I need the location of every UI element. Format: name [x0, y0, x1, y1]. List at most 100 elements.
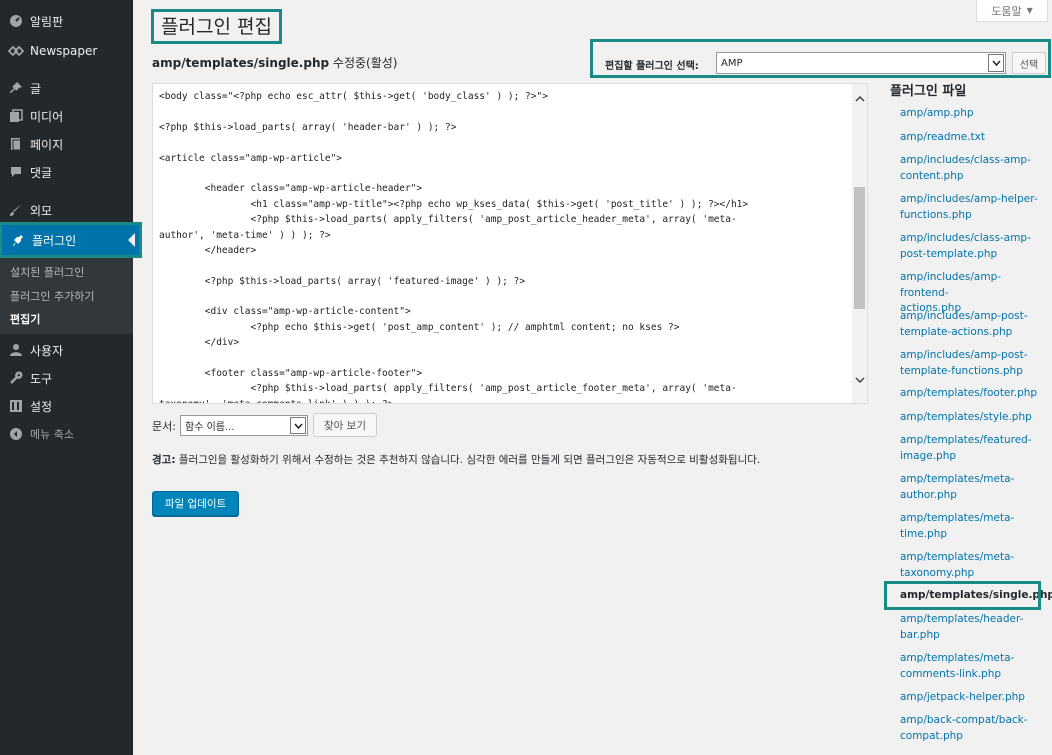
plugin-icon [10, 232, 26, 248]
plugin-file-link-text: amp/includes/amp-post- [900, 310, 1028, 322]
collapse-icon [8, 426, 24, 442]
menu-posts[interactable]: 글 [0, 75, 133, 101]
documentation-select[interactable]: 함수 이름... [180, 415, 308, 436]
documentation-label: 문서: [152, 420, 176, 433]
menu-appearance[interactable]: 외모 [0, 197, 133, 223]
plugin-file-link-text: amp/templates/meta- [900, 652, 1015, 664]
submenu-add-plugin[interactable]: 플러그인 추가하기 [10, 288, 94, 304]
plugin-file-link-text: image.php [900, 449, 957, 462]
submenu-editor[interactable]: 편집기 [10, 311, 40, 327]
menu-plugins[interactable]: 플러그인 [0, 222, 142, 258]
chevron-up-icon[interactable] [855, 94, 865, 105]
code-line[interactable]: <?php $this->load_parts( array( 'feature… [159, 274, 851, 289]
code-line[interactable] [159, 166, 851, 181]
documentation-select-value: 함수 이름... [185, 422, 235, 433]
plugin-file-link[interactable]: amp/includes/amp-post-template-actions.p… [900, 309, 1040, 340]
plugin-file-link-text: bar.php [900, 628, 940, 641]
code-line[interactable]: <h1 class="amp-wp-title"><?php echo wp_k… [159, 197, 851, 212]
lookup-button[interactable]: 찾아 보기 [313, 413, 377, 437]
code-line[interactable]: author', 'meta-time' ) ) ); ?> [159, 228, 851, 243]
code-line[interactable] [159, 104, 851, 119]
scrollbar-thumb[interactable] [854, 187, 865, 309]
plugin-file-link-text: amp/back-compat/back- [900, 714, 1028, 726]
plugin-file-link[interactable]: amp/templates/meta-taxonomy.php [900, 550, 1040, 581]
plugin-file-link-text: amp/templates/featured- [900, 434, 1032, 446]
plugin-file-link[interactable]: amp/includes/class-amp-post-template.php [900, 231, 1040, 262]
chevron-down-icon [290, 417, 306, 434]
select-plugin-button[interactable]: 선택 [1012, 52, 1046, 74]
plugin-file-link[interactable]: amp/includes/amp-post-template-functions… [900, 348, 1040, 379]
code-line[interactable]: <body class="<?php echo esc_attr( $this-… [159, 89, 851, 104]
menu-comments[interactable]: 댓글 [0, 159, 133, 185]
newspaper-icon [8, 43, 24, 59]
active-arrow-icon [128, 233, 135, 247]
menu-label: 알림판 [30, 14, 64, 29]
editor-scrollbar[interactable] [852, 84, 867, 403]
code-line[interactable] [159, 258, 851, 273]
menu-label: Newspaper [30, 44, 98, 58]
plugin-file-link[interactable]: amp/templates/header-bar.php [900, 612, 1040, 643]
menu-settings[interactable]: 설정 [0, 393, 133, 419]
menu-collapse[interactable]: 메뉴 축소 [0, 421, 133, 447]
menu-newspaper[interactable]: Newspaper [0, 38, 133, 64]
update-file-button[interactable]: 파일 업데이트 [152, 491, 239, 516]
plugin-file-link-text: amp/includes/amp-helper- [900, 193, 1038, 205]
code-line[interactable]: </div> [159, 335, 851, 350]
code-line[interactable]: <header class="amp-wp-article-header"> [159, 181, 851, 196]
menu-label: 도구 [30, 371, 53, 386]
plugin-file-link-text: amp/templates/meta- [900, 473, 1015, 485]
plugin-file-link[interactable]: amp/templates/featured-image.php [900, 433, 1040, 464]
menu-label: 플러그인 [32, 233, 77, 248]
plugin-file-link[interactable]: amp/jetpack-helper.php [900, 690, 1040, 706]
plugin-file-link[interactable]: amp/templates/meta-time.php [900, 511, 1040, 542]
code-editor[interactable]: <body class="<?php echo esc_attr( $this-… [152, 83, 868, 404]
code-line[interactable]: </header> [159, 243, 851, 258]
warning-message: 경고: 플러그인을 활성화하기 위해서 수정하는 것은 추천하지 않습니다. 심… [152, 452, 760, 467]
code-line[interactable]: <?php $this->load_parts( apply_filters( … [159, 381, 851, 396]
chevron-down-icon [988, 54, 1004, 72]
code-line[interactable] [159, 289, 851, 304]
plugin-file-link[interactable]: amp/templates/footer.php [900, 386, 1040, 402]
menu-users[interactable]: 사용자 [0, 337, 133, 363]
comment-icon [8, 164, 24, 180]
plugin-file-link[interactable]: amp/readme.txt [900, 130, 1040, 146]
plugin-file-link[interactable]: amp/amp.php [900, 106, 1040, 122]
code-line[interactable]: <?php echo $this->get( 'post_amp_content… [159, 320, 851, 335]
help-tab[interactable]: 도움말 ▼ [976, 0, 1048, 22]
media-icon [8, 108, 24, 124]
chevron-down-icon[interactable] [855, 376, 865, 387]
plugin-file-link[interactable]: amp/back-compat/back-compat.php [900, 713, 1040, 744]
plugin-file-link-text: functions.php [900, 208, 972, 221]
code-line[interactable] [159, 135, 851, 150]
plugin-file-link-text: amp/templates/meta- [900, 551, 1015, 563]
plugin-file-link[interactable]: amp/templates/meta-author.php [900, 472, 1040, 503]
menu-label: 댓글 [30, 165, 53, 180]
plugin-select-label: 편집할 플러그인 선택: [605, 61, 699, 72]
pin-icon [8, 80, 24, 96]
plugin-file-link[interactable]: amp/includes/amp-helper-functions.php [900, 192, 1040, 223]
plugin-file-link[interactable]: amp/includes/class-amp-content.php [900, 153, 1040, 184]
plugin-file-link-text: time.php [900, 527, 948, 540]
menu-media[interactable]: 미디어 [0, 103, 133, 129]
plugin-select-area: 편집할 플러그인 선택: AMP 선택 [590, 39, 1051, 78]
plugin-select-dropdown[interactable]: AMP [716, 52, 1006, 74]
plugin-file-link-text: amp/templates/header- [900, 613, 1024, 625]
code-line[interactable]: <?php $this->load_parts( array( 'header-… [159, 120, 851, 135]
code-line[interactable]: <?php $this->load_parts( apply_filters( … [159, 212, 851, 227]
code-line[interactable]: taxonomy', 'meta-comments-link' ) ) ); ?… [159, 397, 851, 403]
plugin-file-link-text: taxonomy.php [900, 566, 975, 579]
menu-tools[interactable]: 도구 [0, 365, 133, 391]
code-line[interactable] [159, 351, 851, 366]
code-line[interactable]: <article class="amp-wp-article"> [159, 151, 851, 166]
plugin-file-link-text: amp/templates/meta- [900, 512, 1015, 524]
submenu-installed-plugins[interactable]: 설치된 플러그인 [10, 264, 84, 280]
menu-pages[interactable]: 페이지 [0, 131, 133, 157]
plugin-file-link-text: content.php [900, 169, 964, 182]
code-line[interactable]: <div class="amp-wp-article-content"> [159, 304, 851, 319]
code-line[interactable]: <footer class="amp-wp-article-footer"> [159, 366, 851, 381]
plugin-file-link[interactable]: amp/templates/meta-comments-link.php [900, 651, 1040, 682]
plugin-files-heading: 플러그인 파일 [890, 84, 967, 99]
code-content[interactable]: <body class="<?php echo esc_attr( $this-… [159, 89, 851, 403]
plugin-file-link[interactable]: amp/templates/style.php [900, 410, 1040, 426]
menu-dashboard[interactable]: 알림판 [0, 8, 133, 34]
